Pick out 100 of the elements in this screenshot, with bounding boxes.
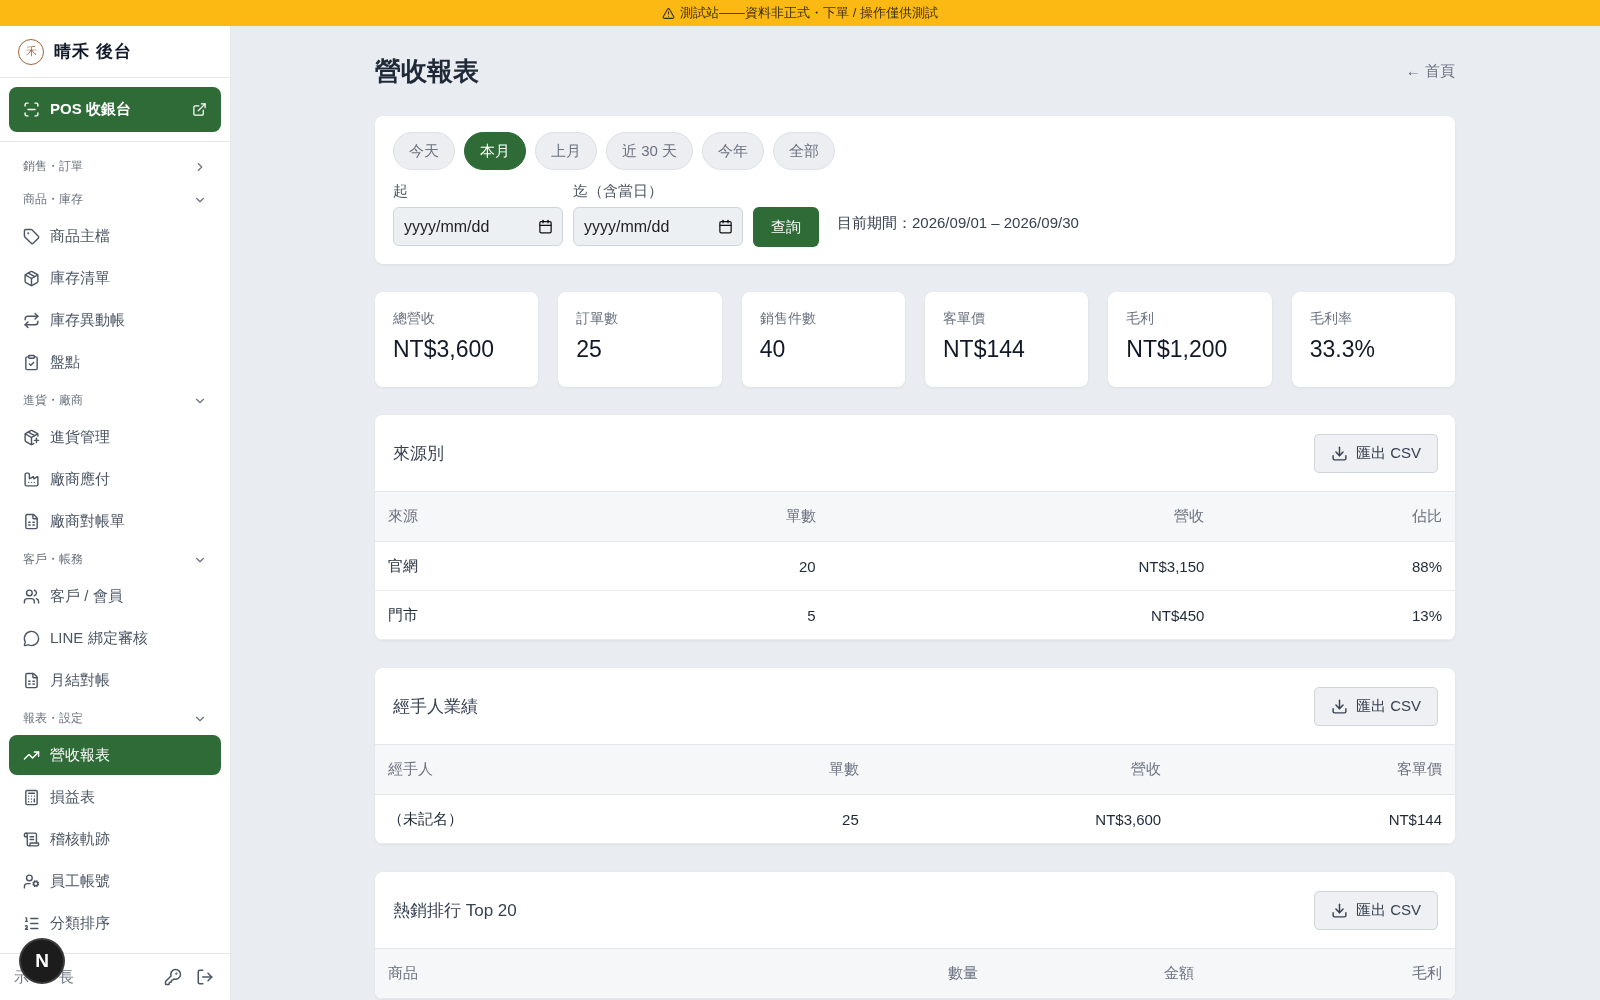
nav-group-header[interactable]: 報表・設定: [9, 702, 221, 736]
nav-item[interactable]: 商品主檔: [9, 216, 221, 257]
nav-item[interactable]: 進貨管理: [9, 417, 221, 458]
table-cell: NT$450: [828, 590, 1218, 640]
table-cell: 門市: [375, 590, 721, 640]
kpi-label: 客單價: [943, 310, 986, 328]
tag-icon: [23, 227, 40, 245]
date-label: 起: [393, 182, 409, 201]
column-header: 金額: [990, 948, 1207, 999]
table-cell: 官網: [375, 541, 721, 591]
table-cell: 88%: [1217, 541, 1455, 591]
download-icon: [1331, 444, 1348, 462]
box-plus-icon: [23, 428, 40, 446]
nav-item[interactable]: 月結對帳: [9, 660, 221, 701]
column-header: 商品: [375, 948, 861, 999]
nav-group-header[interactable]: 客戶・帳務: [9, 543, 221, 577]
column-header: 營收: [871, 744, 1175, 795]
calculator-icon: [23, 788, 40, 806]
card-title: 熱銷排行 Top 20: [393, 899, 517, 922]
nav-item[interactable]: 稽核軌跡: [9, 819, 221, 860]
download-icon: [1331, 697, 1348, 715]
kpi-label: 訂單數: [576, 310, 620, 328]
column-header: 經手人: [375, 744, 764, 795]
user-gear-icon: [23, 872, 40, 890]
kpi-label: 銷售件數: [759, 310, 817, 328]
date-field[interactable]: yyyy/mm/dd: [573, 207, 743, 246]
brand-name: 晴禾 後台: [54, 41, 132, 64]
kpi-label: 毛利: [1126, 310, 1156, 328]
table-cell: NT$144: [1174, 794, 1455, 844]
box-icon: [23, 269, 40, 287]
table-cell: （未記名）: [375, 794, 764, 844]
scan-icon: [23, 101, 40, 119]
home-link[interactable]: ← 首頁: [1405, 61, 1455, 81]
current-period: 目前期間：2026/09/01 – 2026/09/30: [837, 214, 1079, 233]
kpi-value: NT$144: [943, 336, 1026, 363]
nav-item[interactable]: 庫存清單: [9, 258, 221, 299]
nav-item[interactable]: 廠商對帳單: [9, 501, 221, 542]
nav-item[interactable]: LINE 綁定審核: [9, 618, 221, 659]
column-header: 佔比: [1217, 491, 1455, 542]
kpi-value: NT$3,600: [393, 336, 495, 363]
kpi-value: NT$1,200: [1126, 336, 1229, 363]
nav-item[interactable]: 營收報表: [9, 735, 221, 776]
kpi-label: 總營收: [393, 310, 436, 328]
card-title: 經手人業績: [393, 695, 478, 718]
column-header: 客單價: [1174, 744, 1455, 795]
calendar-icon[interactable]: [538, 219, 553, 234]
card-title: 來源別: [393, 442, 444, 465]
document-icon: [23, 512, 40, 530]
column-header: 來源: [375, 491, 721, 542]
period-preset[interactable]: 今天: [393, 132, 455, 170]
kpi-value: 40: [759, 336, 787, 363]
table-cell: NT$3,150: [828, 541, 1218, 591]
page-title: 營收報表: [375, 54, 479, 88]
table-cell: NT$3,600: [871, 794, 1175, 844]
kpi-value: 25: [576, 336, 603, 363]
nav-group-header[interactable]: 銷售・訂單: [9, 150, 221, 184]
table-cell: 20: [720, 541, 829, 591]
chat-bubble-icon: [23, 629, 40, 647]
period-preset[interactable]: 近 30 天: [606, 132, 694, 170]
nav-item[interactable]: 廠商應付: [9, 459, 221, 500]
date-field[interactable]: yyyy/mm/dd: [393, 207, 563, 246]
calendar-icon[interactable]: [718, 219, 733, 234]
nav-item[interactable]: 盤點: [9, 342, 221, 383]
external-link-icon: [192, 102, 207, 118]
document-icon: [23, 671, 40, 689]
warning-icon: [662, 6, 676, 20]
nav-item[interactable]: 損益表: [9, 777, 221, 818]
period-preset[interactable]: 全部: [773, 132, 836, 170]
export-csv-button[interactable]: 匯出 CSV: [1314, 686, 1438, 726]
nav-item[interactable]: 員工帳號: [9, 861, 221, 902]
key-icon[interactable]: [164, 968, 182, 987]
download-icon: [1331, 901, 1348, 919]
column-header: 數量: [861, 948, 991, 999]
column-header: 營收: [828, 491, 1218, 542]
banner-text: 測試站——資料非正式・下單 / 操作僅供測試: [680, 4, 938, 22]
period-preset[interactable]: 本月: [464, 132, 526, 170]
nav-item[interactable]: 庫存異動帳: [9, 300, 221, 341]
table-cell: 13%: [1217, 590, 1455, 640]
column-header: 毛利: [1206, 948, 1455, 999]
factory-icon: [23, 470, 40, 488]
clipboard-icon: [23, 353, 40, 371]
period-preset[interactable]: 上月: [535, 132, 597, 170]
kpi-label: 毛利率: [1309, 310, 1353, 328]
table-cell: 25: [763, 794, 872, 844]
logout-icon[interactable]: [196, 968, 214, 987]
export-csv-button[interactable]: 匯出 CSV: [1314, 433, 1438, 473]
nav-group-header[interactable]: 進貨・廠商: [9, 384, 221, 418]
scroll-icon: [23, 830, 40, 848]
users-icon: [23, 587, 40, 605]
kpi-value: 33.3%: [1309, 336, 1376, 363]
pos-button[interactable]: POS 收銀台: [9, 87, 221, 133]
arrows-icon: [23, 311, 40, 329]
column-header: 單數: [720, 491, 829, 542]
date-label: 迄（含當日）: [573, 182, 664, 201]
numbered-list-icon: [23, 914, 40, 932]
nav-item[interactable]: 客戶 / 會員: [9, 576, 221, 617]
query-button[interactable]: 查詢: [753, 207, 819, 247]
period-preset[interactable]: 今年: [702, 132, 765, 170]
export-csv-button[interactable]: 匯出 CSV: [1314, 890, 1438, 930]
nav-group-header[interactable]: 商品・庫存: [9, 183, 221, 217]
